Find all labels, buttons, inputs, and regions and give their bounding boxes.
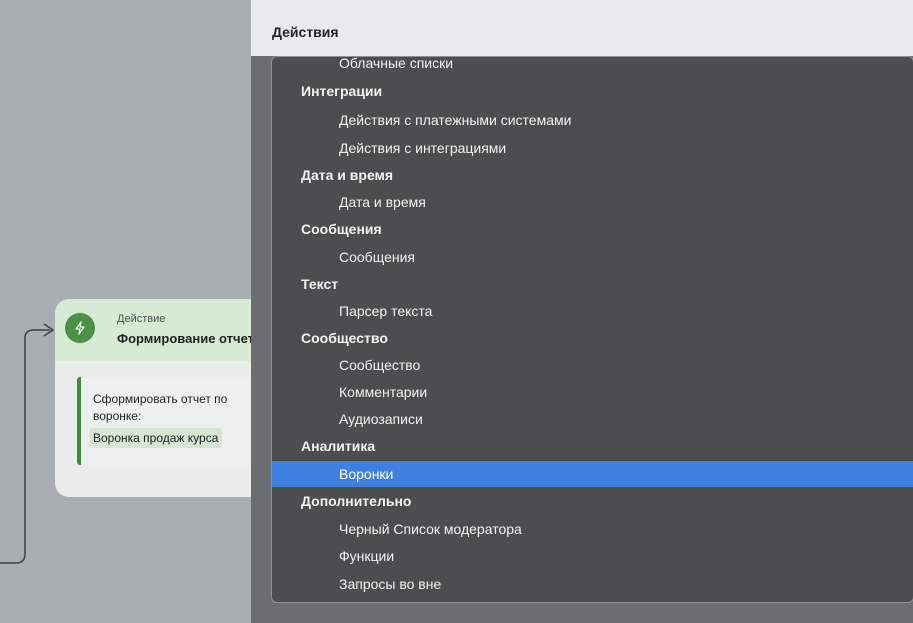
node-body-text: Сформировать отчет по	[93, 392, 228, 406]
option-audio[interactable]: Аудиозаписи	[272, 406, 913, 432]
node-body-text-2: воронке:	[93, 409, 142, 423]
option-community[interactable]: Сообщество	[272, 352, 913, 378]
funnel-tag: Воронка продаж курса	[89, 428, 223, 448]
option-moderator-blacklist[interactable]: Черный Список модератора	[272, 516, 913, 542]
group-additional: Дополнительно	[301, 493, 412, 509]
group-date-time: Дата и время	[301, 167, 394, 183]
option-messages[interactable]: Сообщения	[272, 244, 913, 270]
actions-dropdown-list[interactable]: Облачные списки Интеграции Действия с пл…	[271, 56, 913, 603]
option-text-parser[interactable]: Парсер текста	[272, 298, 913, 324]
actions-field-label: Действия	[272, 24, 339, 40]
group-integrations: Интеграции	[301, 83, 383, 99]
option-cloud-lists[interactable]: Облачные списки	[272, 57, 913, 76]
lightning-icon	[65, 313, 95, 343]
node-title: Формирование отчета	[117, 331, 251, 346]
node-type-label: Действие	[117, 313, 166, 325]
group-messages: Сообщения	[301, 221, 382, 237]
option-payment-actions[interactable]: Действия с платежными системами	[272, 107, 913, 133]
option-funnels[interactable]: Воронки	[272, 461, 913, 487]
group-community: Сообщество	[301, 330, 388, 346]
flow-canvas[interactable]: Действие Формирование отчета Сформироват…	[0, 0, 251, 623]
panel-header: Действия	[251, 0, 913, 56]
option-external-requests[interactable]: Запросы во вне	[272, 571, 913, 597]
option-comments[interactable]: Комментарии	[272, 379, 913, 405]
option-date-time[interactable]: Дата и время	[272, 189, 913, 215]
option-integration-actions[interactable]: Действия с интеграциями	[272, 135, 913, 161]
group-text: Текст	[301, 276, 339, 292]
action-node-header: Действие Формирование отчета	[55, 299, 251, 361]
action-node[interactable]: Действие Формирование отчета Сформироват…	[55, 299, 251, 497]
option-functions[interactable]: Функции	[272, 543, 913, 569]
node-content-card: Сформировать отчет по воронке: Воронка п…	[77, 377, 251, 465]
group-analytics: Аналитика	[301, 438, 376, 454]
